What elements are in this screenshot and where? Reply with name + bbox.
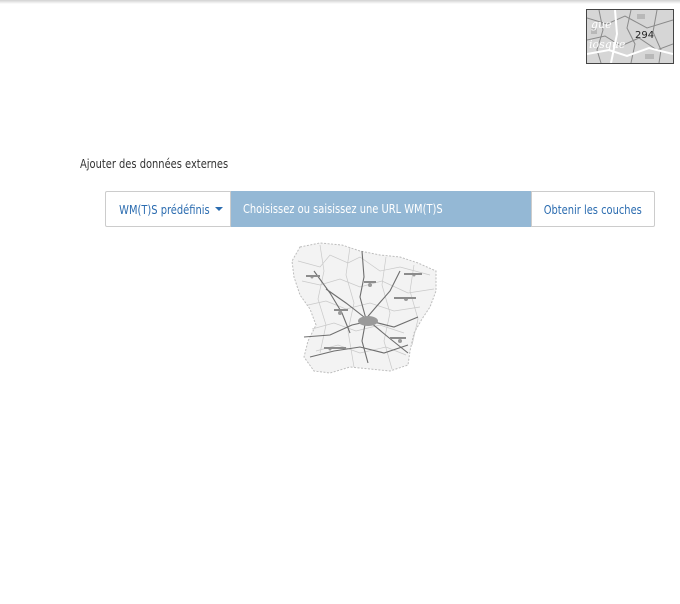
basemap-thumbnail-image: gue iosque 294 <box>587 10 673 63</box>
section-title: Ajouter des données externes <box>80 156 229 171</box>
area-map-preview <box>291 242 437 374</box>
caret-down-icon <box>215 207 224 211</box>
top-shadow <box>0 0 680 4</box>
predefined-wms-label: WM(T)S prédéfinis <box>118 201 210 217</box>
wms-toolbar: WM(T)S prédéfinis Choisissez ou saisisse… <box>105 191 655 227</box>
thumbnail-text-line-2: iosque <box>589 38 626 51</box>
basemap-thumbnail-button[interactable]: gue iosque 294 <box>586 9 674 64</box>
thumbnail-label: 294 <box>635 30 654 41</box>
predefined-wms-dropdown-button[interactable]: WM(T)S prédéfinis <box>105 191 231 227</box>
wms-url-input[interactable] <box>231 191 531 227</box>
get-layers-button[interactable]: Obtenir les couches <box>531 191 655 227</box>
get-layers-label: Obtenir les couches <box>543 201 643 217</box>
url-input-wrapper: Choisissez ou saisissez une URL WM(T)S <box>231 191 531 227</box>
thumbnail-text-line-1: gue <box>591 18 612 31</box>
